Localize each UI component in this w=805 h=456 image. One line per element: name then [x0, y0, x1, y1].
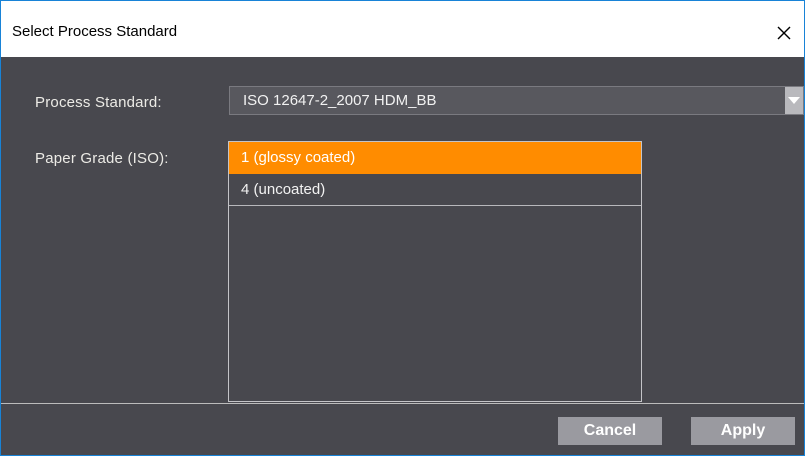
dropdown-button[interactable]	[785, 87, 803, 114]
apply-button[interactable]: Apply	[691, 417, 795, 445]
close-icon	[777, 26, 791, 40]
title-bar: Select Process Standard	[1, 1, 804, 57]
dialog-title: Select Process Standard	[12, 23, 178, 40]
dialog-window: Select Process Standard Process Standard…	[0, 0, 805, 456]
dialog-footer: Cancel Apply	[1, 404, 804, 455]
list-item-glossy-coated[interactable]: 1 (glossy coated)	[229, 142, 641, 174]
process-standard-value: ISO 12647-2_2007 HDM_BB	[243, 92, 437, 109]
paper-grade-list[interactable]: 1 (glossy coated) 4 (uncoated)	[228, 141, 642, 402]
list-item-uncoated[interactable]: 4 (uncoated)	[229, 174, 641, 206]
process-standard-label: Process Standard:	[35, 94, 162, 111]
cancel-button[interactable]: Cancel	[558, 417, 662, 445]
paper-grade-label: Paper Grade (ISO):	[35, 150, 169, 167]
process-standard-select[interactable]: ISO 12647-2_2007 HDM_BB	[229, 86, 804, 115]
close-button[interactable]	[764, 13, 804, 53]
chevron-down-icon	[788, 96, 800, 104]
dialog-content: Process Standard: ISO 12647-2_2007 HDM_B…	[1, 57, 804, 403]
